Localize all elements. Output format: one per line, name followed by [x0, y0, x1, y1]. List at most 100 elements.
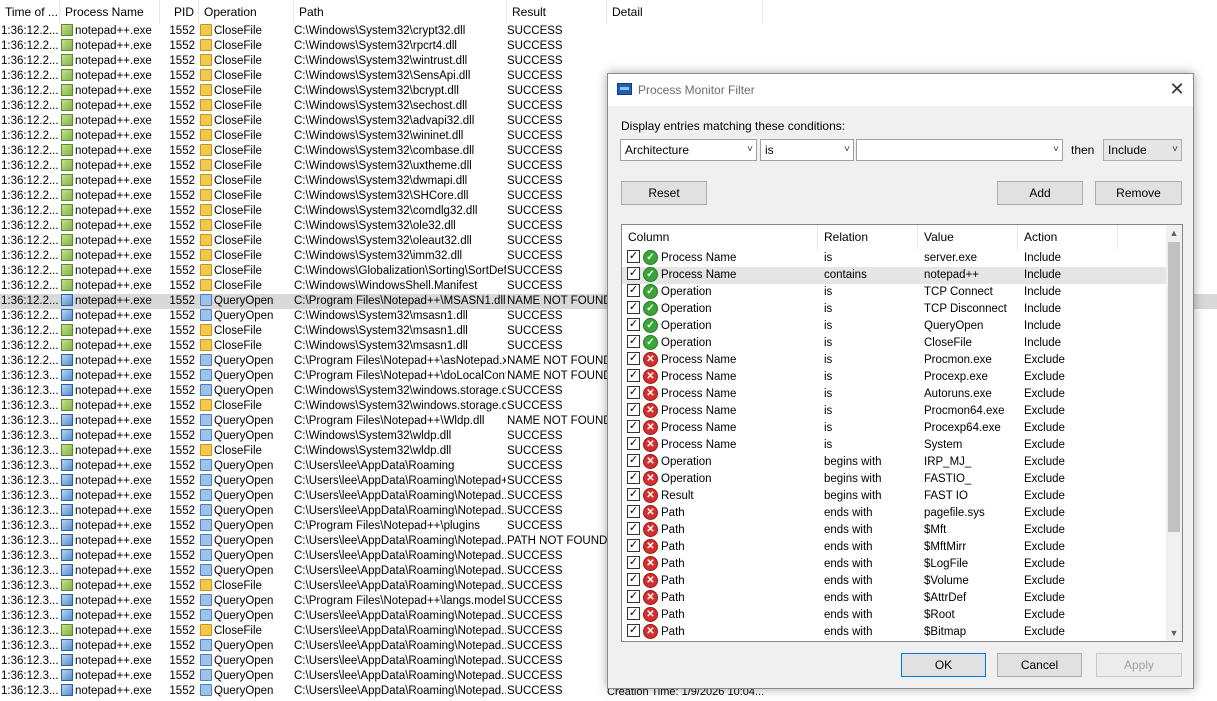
ok-button[interactable]: OK: [901, 653, 986, 677]
filter-enabled-checkbox[interactable]: ✓: [627, 301, 640, 314]
column-header-result[interactable]: Result: [507, 0, 607, 24]
filter-enabled-checkbox[interactable]: ✓: [627, 250, 640, 263]
event-time: 1:36:12.3...: [1, 505, 59, 517]
filter-row[interactable]: ✓ ✕ Process Name is System Exclude: [622, 437, 1167, 454]
filter-enabled-checkbox[interactable]: ✓: [627, 607, 640, 620]
event-process-name: notepad++.exe: [75, 400, 152, 412]
notepad-process-icon: [61, 264, 73, 276]
filter-row[interactable]: ✓ ✕ Path ends with $Mft Exclude: [622, 522, 1167, 539]
scroll-up-icon[interactable]: ▲: [1166, 225, 1182, 241]
filter-row[interactable]: ✓ ✓ Operation is CloseFile Include: [622, 335, 1167, 352]
event-pid: 1552: [169, 445, 195, 457]
filter-header-column[interactable]: Column: [622, 225, 818, 249]
filter-enabled-checkbox[interactable]: ✓: [627, 471, 640, 484]
filter-list-scrollbar[interactable]: ▲ ▼: [1166, 225, 1182, 641]
filter-enabled-checkbox[interactable]: ✓: [627, 556, 640, 569]
apply-button[interactable]: Apply: [1096, 653, 1182, 677]
filter-row[interactable]: ✓ ✕ Path ends with $AttrDef Exclude: [622, 590, 1167, 607]
filter-enabled-checkbox[interactable]: ✓: [627, 318, 640, 331]
column-header-path[interactable]: Path: [294, 0, 507, 24]
filter-row[interactable]: ✓ ✕ Result begins with FAST IO Exclude: [622, 488, 1167, 505]
event-path: C:\Windows\System32\SHCore.dll: [294, 190, 469, 202]
filter-row[interactable]: ✓ ✕ Path ends with pagefile.sys Exclude: [622, 505, 1167, 522]
filter-value: pagefile.sys: [924, 507, 985, 519]
column-header-process-name[interactable]: Process Name: [60, 0, 160, 24]
event-time: 1:36:12.2...: [1, 175, 59, 187]
add-button[interactable]: Add: [997, 181, 1083, 205]
event-row[interactable]: 1:36:12.2... notepad++.exe 1552 CloseFile C:…: [0, 54, 1217, 69]
filter-enabled-checkbox[interactable]: ✓: [627, 386, 640, 399]
filter-enabled-checkbox[interactable]: ✓: [627, 505, 640, 518]
filter-row[interactable]: ✓ ✓ Process Name contains notepad++ Include: [622, 267, 1167, 284]
column-header-pid[interactable]: PID: [160, 0, 199, 24]
event-time: 1:36:12.2...: [1, 340, 59, 352]
filter-row[interactable]: ✓ ✕ Process Name is Procexp64.exe Exclude: [622, 420, 1167, 437]
filter-row[interactable]: ✓ ✕ Path ends with $MftMirr Exclude: [622, 539, 1167, 556]
filter-enabled-checkbox[interactable]: ✓: [627, 573, 640, 586]
remove-button[interactable]: Remove: [1095, 181, 1182, 205]
filter-enabled-checkbox[interactable]: ✓: [627, 369, 640, 382]
event-row[interactable]: 1:36:12.2... notepad++.exe 1552 CloseFile C:…: [0, 39, 1217, 54]
filter-enabled-checkbox[interactable]: ✓: [627, 420, 640, 433]
dialog-titlebar[interactable]: Process Monitor Filter ✕: [608, 74, 1193, 106]
filter-row[interactable]: ✓ ✕ Process Name is Procexp.exe Exclude: [622, 369, 1167, 386]
column-header-operation[interactable]: Operation: [199, 0, 294, 24]
close-icon[interactable]: ✕: [1161, 74, 1193, 106]
filesystem-operation-icon: [200, 534, 212, 546]
filter-row[interactable]: ✓ ✓ Operation is TCP Disconnect Include: [622, 301, 1167, 318]
filter-enabled-checkbox[interactable]: ✓: [627, 437, 640, 450]
relation-select[interactable]: is ˅: [760, 139, 854, 161]
filter-row[interactable]: ✓ ✕ Path ends with $LogFile Exclude: [622, 556, 1167, 573]
event-process: notepad++.exe: [61, 384, 157, 399]
notepad-process-icon: [61, 564, 73, 576]
filter-enabled-checkbox[interactable]: ✓: [627, 488, 640, 501]
filter-enabled-checkbox[interactable]: ✓: [627, 522, 640, 535]
filter-enabled-checkbox[interactable]: ✓: [627, 335, 640, 348]
filter-enabled-checkbox[interactable]: ✓: [627, 590, 640, 603]
filesystem-operation-icon: [200, 354, 212, 366]
column-header-time[interactable]: Time of ...: [0, 0, 60, 24]
filter-enabled-checkbox[interactable]: ✓: [627, 454, 640, 467]
filter-row[interactable]: ✓ ✓ Process Name is server.exe Include: [622, 250, 1167, 267]
filter-row[interactable]: ✓ ✕ Process Name is Procmon64.exe Exclude: [622, 403, 1167, 420]
filesystem-operation-icon: [200, 489, 212, 501]
event-operation: CloseFile: [200, 339, 292, 354]
column-select[interactable]: Architecture ˅: [620, 139, 757, 161]
column-header-detail[interactable]: Detail: [607, 0, 763, 24]
filter-enabled-checkbox[interactable]: ✓: [627, 403, 640, 416]
filter-header-value[interactable]: Value: [918, 225, 1018, 249]
filter-header-action[interactable]: Action: [1018, 225, 1118, 249]
filter-row[interactable]: ✓ ✕ Path ends with $Volume Exclude: [622, 573, 1167, 590]
event-time: 1:36:12.3...: [1, 625, 59, 637]
action-select[interactable]: Include ˅: [1103, 139, 1182, 161]
event-path: C:\Windows\System32\crypt32.dll: [294, 25, 466, 37]
filter-row[interactable]: ✓ ✕ Path ends with $Bitmap Exclude: [622, 624, 1167, 641]
filter-enabled-checkbox[interactable]: ✓: [627, 267, 640, 280]
filter-row[interactable]: ✓ ✓ Operation is TCP Connect Include: [622, 284, 1167, 301]
filter-row[interactable]: ✓ ✕ Process Name is Autoruns.exe Exclude: [622, 386, 1167, 403]
scroll-thumb[interactable]: [1168, 242, 1180, 532]
event-row[interactable]: 1:36:12.2... notepad++.exe 1552 CloseFile C:…: [0, 24, 1217, 39]
reset-button[interactable]: Reset: [621, 181, 707, 205]
filter-action: Exclude: [1024, 592, 1065, 604]
value-combobox[interactable]: ˅: [856, 139, 1063, 161]
filesystem-operation-icon: [200, 444, 212, 456]
notepad-process-icon: [61, 159, 73, 171]
notepad-process-icon: [61, 69, 73, 81]
event-time: 1:36:12.2...: [1, 160, 59, 172]
filter-row[interactable]: ✓ ✕ Operation begins with IRP_MJ_ Exclude: [622, 454, 1167, 471]
filter-row[interactable]: ✓ ✓ Operation is QueryOpen Include: [622, 318, 1167, 335]
event-path: C:\Users\lee\AppData\Roaming\Notepad...: [294, 655, 506, 667]
filter-header-relation[interactable]: Relation: [818, 225, 918, 249]
scroll-down-icon[interactable]: ▼: [1166, 625, 1182, 641]
filter-row[interactable]: ✓ ✕ Process Name is Procmon.exe Exclude: [622, 352, 1167, 369]
filter-row[interactable]: ✓ ✕ Operation begins with FASTIO_ Exclude: [622, 471, 1167, 488]
filter-enabled-checkbox[interactable]: ✓: [627, 624, 640, 637]
filter-enabled-checkbox[interactable]: ✓: [627, 284, 640, 297]
event-process-name: notepad++.exe: [75, 295, 152, 307]
filter-enabled-checkbox[interactable]: ✓: [627, 539, 640, 552]
filter-enabled-checkbox[interactable]: ✓: [627, 352, 640, 365]
filter-row[interactable]: ✓ ✕ Path ends with $Root Exclude: [622, 607, 1167, 624]
cancel-button[interactable]: Cancel: [997, 653, 1082, 677]
event-process-name: notepad++.exe: [75, 115, 152, 127]
